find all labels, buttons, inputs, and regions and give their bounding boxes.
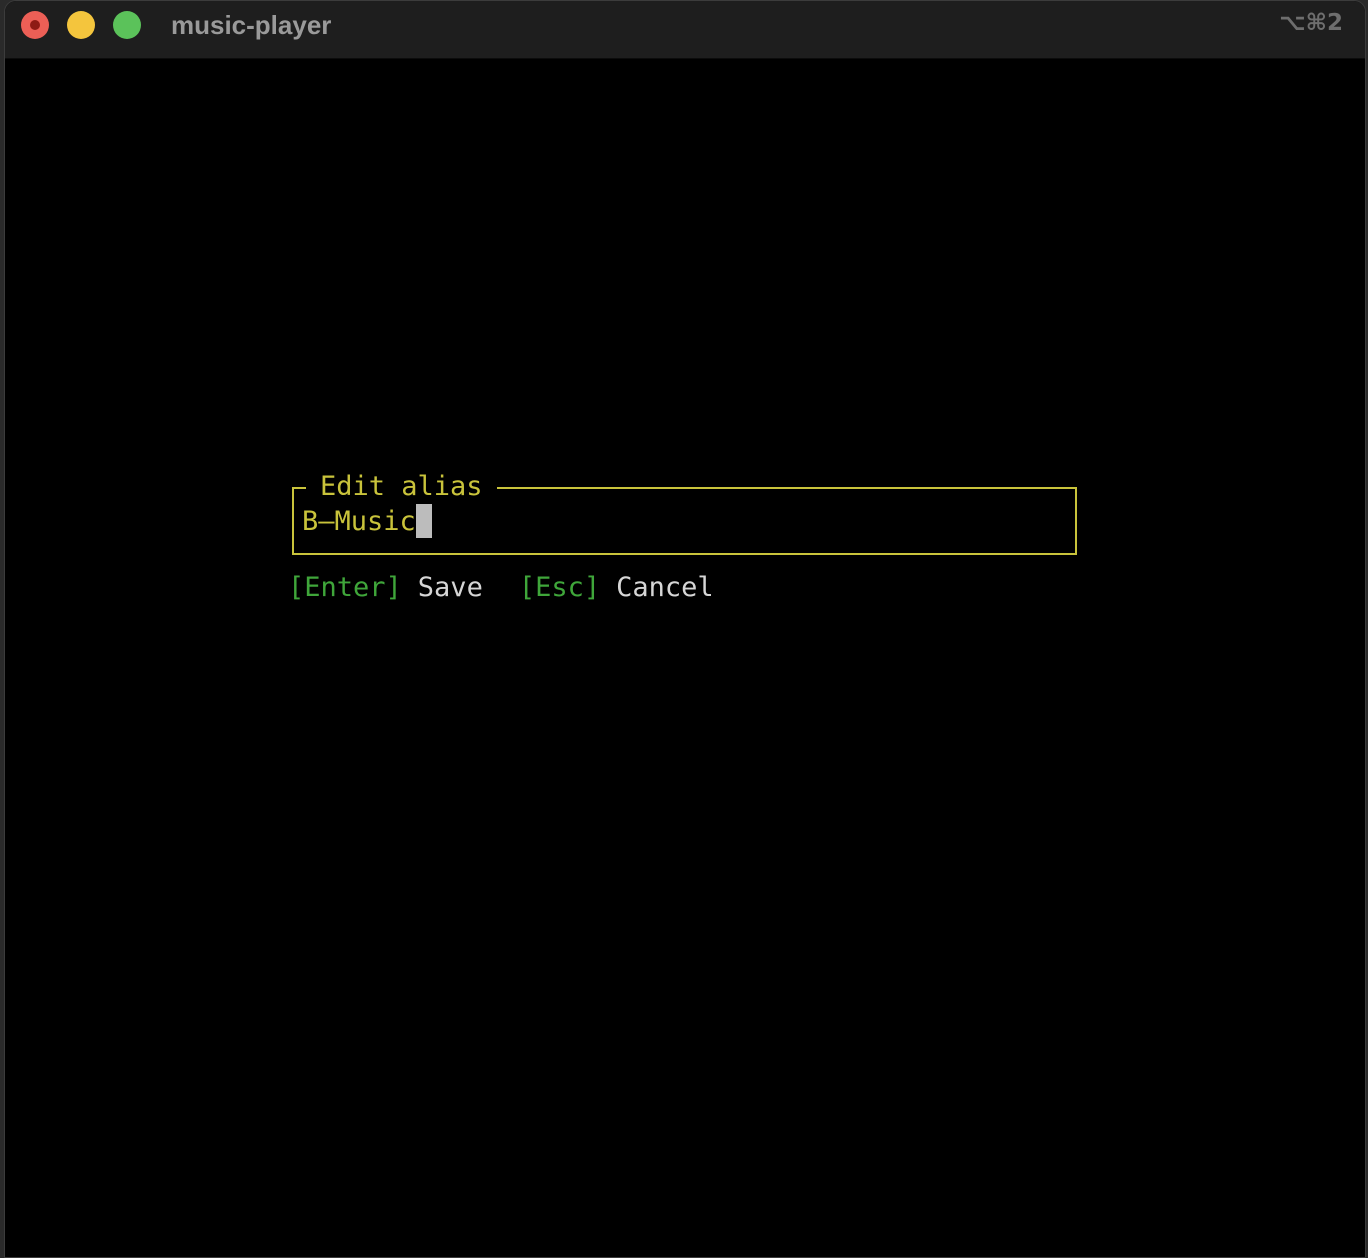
alias-input[interactable]: B—Music bbox=[302, 503, 432, 539]
close-icon bbox=[30, 20, 40, 30]
edit-alias-dialog: Edit alias B—Music bbox=[292, 472, 1077, 555]
cancel-key-hint[interactable]: [Esc] bbox=[519, 572, 600, 603]
save-key-hint[interactable]: [Enter] bbox=[288, 572, 402, 603]
window-title: music-player bbox=[171, 10, 332, 40]
window-shortcut-label: ⌥⌘2 bbox=[1279, 10, 1343, 36]
title-bar[interactable]: music-player ⌥⌘2 bbox=[5, 1, 1365, 59]
dialog-title: Edit alias bbox=[306, 472, 497, 502]
minimize-window-button[interactable] bbox=[67, 11, 95, 39]
cancel-action-label[interactable]: Cancel bbox=[616, 572, 714, 603]
terminal-window: music-player ⌥⌘2 Edit alias B—Music [Ent… bbox=[4, 0, 1366, 1258]
close-window-button[interactable] bbox=[21, 11, 49, 39]
maximize-window-button[interactable] bbox=[113, 11, 141, 39]
terminal-content: Edit alias B—Music [Enter] Save [Esc] Cance… bbox=[5, 59, 1365, 1257]
text-cursor bbox=[415, 504, 432, 538]
key-hints: [Enter] Save [Esc] Cancel bbox=[288, 572, 714, 603]
save-action-label[interactable]: Save bbox=[418, 572, 483, 603]
alias-input-value[interactable]: B—Music bbox=[302, 506, 416, 537]
